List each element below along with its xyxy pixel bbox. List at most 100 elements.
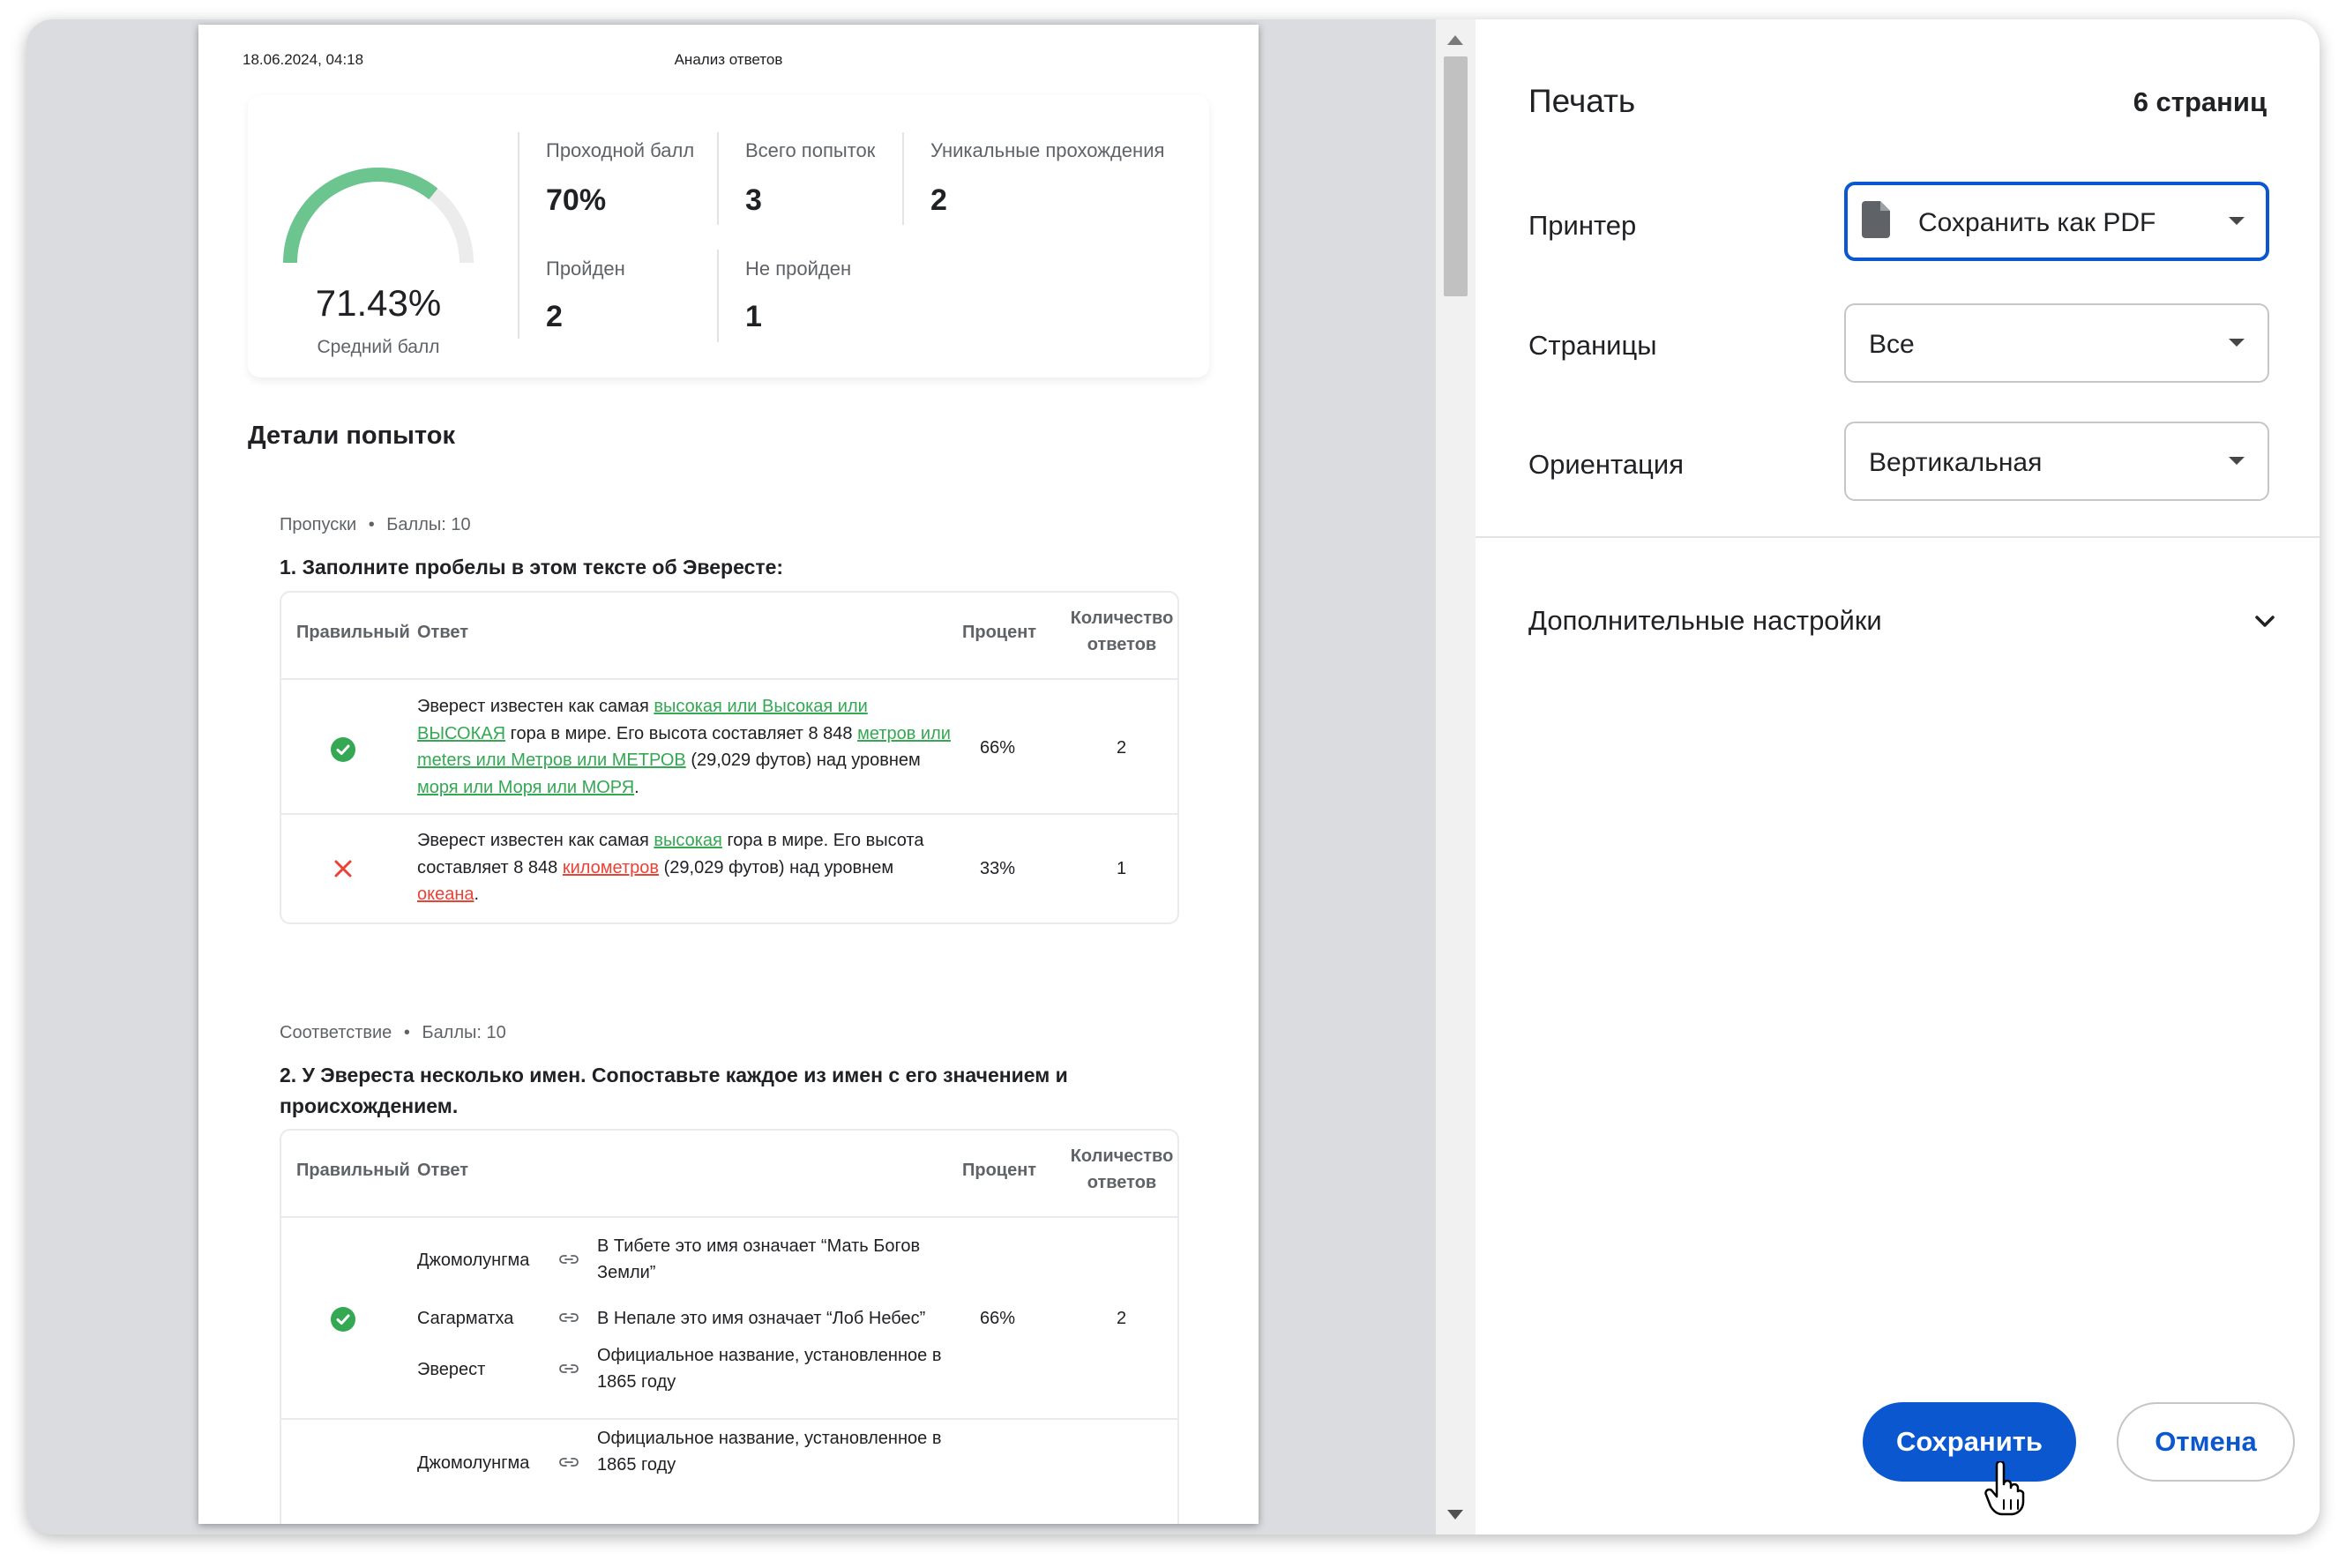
average-score-value: 71.43% (315, 282, 442, 324)
answer-text: Эверест известен как самая высокая гора … (417, 827, 946, 908)
link-icon (559, 1364, 579, 1373)
preview-page: 18.06.2024, 04:18 Анализ ответов 71.43% … (198, 25, 1259, 1524)
col-header-count-line1: Количество (1070, 609, 1174, 628)
chevron-down-icon[interactable] (2252, 609, 2278, 635)
orientation-label: Ориентация (1528, 449, 1684, 480)
answer-text-segment: (29,029 футов) над уровнем (659, 857, 894, 877)
table-divider (281, 1216, 1177, 1218)
printer-value: Сохранить как PDF (1918, 208, 2156, 237)
answer-text-segment: . (634, 777, 639, 797)
gauge-fill (283, 168, 438, 264)
stats-divider (518, 132, 519, 339)
orientation-select[interactable]: Вертикальная (1844, 422, 2269, 501)
col-header-correct: Правильный (296, 1161, 410, 1180)
col-header-count: Количество ответов (1069, 605, 1175, 658)
stats-divider (902, 132, 904, 225)
cancel-button[interactable]: Отмена (2117, 1402, 2295, 1482)
table-divider (281, 813, 1177, 815)
pages-value: Все (1869, 330, 1915, 359)
question-2-table: Правильный Ответ Процент Количество отве… (280, 1129, 1179, 1524)
question-type: Пропуски (280, 515, 357, 534)
link-icon (559, 1458, 579, 1467)
answer-count: 2 (1117, 1309, 1127, 1328)
print-preview-area[interactable]: 18.06.2024, 04:18 Анализ ответов 71.43% … (26, 19, 1476, 1534)
scrollbar-thumb[interactable] (1444, 56, 1468, 296)
attempt-details-title: Детали попыток (248, 422, 455, 450)
correct-check-icon (331, 1307, 355, 1332)
question-1-title: 1. Заполните пробелы в этом тексте об Эв… (280, 556, 784, 579)
col-header-count-line2: ответов (1087, 1173, 1157, 1192)
orientation-value: Вертикальная (1869, 448, 2043, 477)
stat-passing-score-value: 70% (546, 183, 607, 217)
scroll-down-arrow-icon[interactable] (1447, 1510, 1463, 1519)
stat-passed-label: Пройден (546, 258, 625, 280)
stats-divider (717, 132, 719, 225)
more-settings-toggle[interactable]: Дополнительные настройки (1528, 605, 1882, 637)
answer-text-segment: . (474, 885, 480, 904)
match-meaning: В Непале это имя означает “Лоб Небес” (597, 1309, 926, 1328)
page-count: 6 страниц (2133, 86, 2267, 117)
scroll-up-arrow-icon[interactable] (1447, 35, 1463, 45)
stat-passing-score-label: Проходной балл (546, 139, 695, 161)
save-button[interactable]: Сохранить (1863, 1402, 2076, 1482)
col-header-percent: Процент (962, 623, 1037, 642)
match-name: Джомолунгма (417, 1453, 530, 1473)
question-1-table: Правильный Ответ Процент Количество отве… (280, 591, 1179, 924)
table-divider (281, 1418, 1177, 1420)
summary-card: 71.43% Средний балл Проходной балл 70% В… (248, 95, 1209, 377)
question-2-meta: Соответствие • Баллы: 10 (280, 1023, 506, 1043)
printer-label: Принтер (1528, 210, 1637, 241)
printer-select[interactable]: Сохранить как PDF (1844, 182, 2269, 261)
col-header-count: Количество ответов (1069, 1143, 1175, 1196)
match-meaning: Официальное название, установленное в 18… (597, 1429, 942, 1475)
print-settings-panel: Печать 6 страниц Принтер Сохранить как P… (1476, 19, 2320, 1534)
match-meaning: Официальное название, установленное в 18… (597, 1346, 942, 1392)
col-header-count-line1: Количество (1070, 1146, 1174, 1166)
print-title: Печать (1528, 83, 1636, 119)
col-header-correct: Правильный (296, 623, 410, 642)
correct-blank-answer: высокая (654, 831, 722, 850)
stat-failed-value: 1 (745, 300, 762, 333)
col-header-count-line2: ответов (1087, 635, 1157, 654)
question-points: Баллы: 10 (422, 1023, 506, 1042)
answer-count: 1 (1117, 859, 1127, 878)
correct-check-icon (331, 737, 355, 762)
average-score-gauge (283, 168, 474, 264)
col-header-answer: Ответ (417, 623, 469, 642)
stats-divider (717, 250, 719, 342)
question-points: Баллы: 10 (386, 515, 471, 534)
match-name: Джомолунгма (417, 1251, 530, 1270)
meta-bullet: • (403, 1023, 410, 1042)
link-icon (559, 1255, 579, 1264)
question-type: Соответствие (280, 1023, 392, 1042)
match-meaning: В Тибете это имя означает “Мать Богов Зе… (597, 1236, 921, 1282)
preview-scrollbar[interactable] (1436, 19, 1476, 1534)
question-1-meta: Пропуски • Баллы: 10 (280, 515, 471, 535)
wrong-blank-answer: километров (562, 857, 660, 877)
question-2-title: 2. У Эвереста несколько имен. Сопоставьт… (280, 1064, 1068, 1117)
stat-total-attempts-label: Всего попыток (745, 139, 876, 161)
stat-passed-value: 2 (546, 300, 563, 333)
col-header-percent: Процент (962, 1161, 1037, 1180)
stat-unique-completions-label: Уникальные прохождения (930, 139, 1165, 161)
hand-pointer-cursor-icon (1984, 1461, 2025, 1516)
wrong-cross-icon (332, 857, 355, 880)
match-name: Сагарматха (417, 1309, 514, 1328)
answer-text-segment: Эверест известен как самая (417, 697, 654, 716)
page-header-title: Анализ ответов (674, 51, 783, 68)
stat-unique-completions-value: 2 (930, 183, 947, 217)
meta-bullet: • (368, 515, 375, 534)
stat-total-attempts-value: 3 (745, 183, 762, 217)
answer-text-segment: (29,029 футов) над уровнем (685, 750, 921, 770)
match-name: Эверест (417, 1360, 486, 1379)
answer-text-segment: Эверест известен как самая (417, 831, 654, 850)
pages-label: Страницы (1528, 330, 1657, 361)
answer-count: 2 (1117, 738, 1127, 758)
dropdown-caret-icon (2229, 217, 2245, 225)
answer-text-segment: гора в мире. Его высота составляет 8 848 (505, 723, 858, 743)
answer-percent: 66% (980, 738, 1016, 758)
pages-select[interactable]: Все (1844, 303, 2269, 383)
answer-percent: 66% (980, 1309, 1016, 1328)
answer-text: Эверест известен как самая высокая или В… (417, 693, 955, 801)
table-divider (281, 678, 1177, 680)
